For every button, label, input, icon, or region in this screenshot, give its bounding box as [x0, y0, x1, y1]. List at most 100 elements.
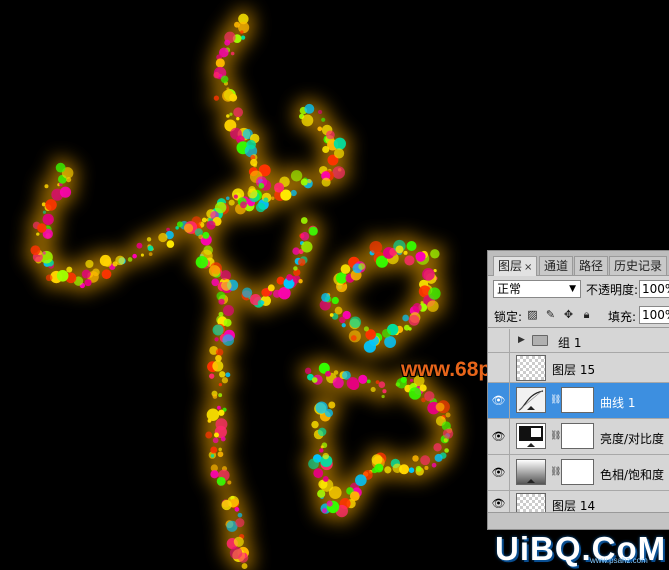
- visibility-toggle[interactable]: [488, 329, 510, 352]
- glitter-dot: [36, 232, 40, 236]
- glitter-dot: [333, 137, 346, 150]
- glitter-dot: [236, 117, 240, 121]
- layer-name: 图层 15: [552, 363, 596, 377]
- glitter-dot: [328, 401, 336, 409]
- opacity-input[interactable]: 100%: [639, 280, 669, 298]
- visibility-toggle[interactable]: 👁︎: [488, 455, 510, 490]
- eye-icon: 👁︎: [491, 465, 506, 479]
- tab-channels[interactable]: 通道: [539, 256, 574, 275]
- glitter-dot: [263, 197, 269, 203]
- glitter-dot: [240, 35, 246, 40]
- link-icon[interactable]: ⛓: [550, 431, 561, 441]
- glitter-dot: [408, 314, 420, 326]
- glitter-dot: [300, 231, 310, 241]
- glitter-dot: [146, 237, 152, 242]
- glitter-dot: [148, 252, 153, 256]
- glitter-dot: [235, 518, 245, 528]
- glitter-dot: [363, 326, 369, 332]
- layer-row-layer-15[interactable]: 图层 15: [488, 353, 669, 383]
- glitter-dot: [158, 232, 168, 243]
- glitter-dot: [304, 367, 312, 375]
- glitter-dot: [215, 354, 222, 362]
- glitter-dot: [218, 371, 226, 378]
- glitter-dot: [322, 452, 330, 460]
- glitter-dot: [218, 382, 222, 387]
- glitter-dot: [260, 300, 265, 305]
- tab-history-label: 历史记录: [614, 259, 663, 273]
- blend-mode-select[interactable]: 正常 ▼: [493, 280, 581, 298]
- glitter-dot: [424, 465, 429, 470]
- close-icon[interactable]: ×: [524, 262, 532, 273]
- layer-row-hue-saturation[interactable]: 👁︎ ⛓ 色相/饱和度: [488, 455, 669, 491]
- lock-label: 锁定:: [494, 310, 523, 324]
- glitter-dot: [45, 199, 57, 211]
- glitter-dot: [208, 265, 221, 277]
- tab-layers[interactable]: 图层 ×: [493, 256, 538, 276]
- glitter-dot: [358, 374, 368, 384]
- link-icon[interactable]: ⛓: [550, 467, 561, 477]
- glitter-dot: [435, 402, 445, 412]
- glitter-dot: [434, 453, 443, 462]
- glitter-dot: [408, 387, 422, 400]
- glitter-dot: [355, 474, 367, 487]
- glitter-dot: [240, 30, 244, 34]
- glitter-dot: [202, 231, 210, 239]
- glitter-dot: [341, 323, 346, 328]
- glitter-dot: [317, 109, 323, 115]
- glitter-dot: [334, 306, 343, 315]
- fill-input[interactable]: 100%: [639, 306, 669, 324]
- visibility-toggle[interactable]: 👁︎: [488, 383, 510, 418]
- glitter-dot: [66, 177, 72, 183]
- glitter-dot: [443, 438, 448, 443]
- glitter-dot: [45, 274, 53, 282]
- glitter-dot: [332, 166, 346, 179]
- panel-bottom-toolbar: [488, 512, 669, 529]
- glitter-dot: [210, 454, 215, 458]
- expand-triangle-icon[interactable]: ▶: [518, 335, 525, 345]
- glitter-dot: [127, 257, 133, 262]
- glitter-dot: [258, 182, 265, 189]
- glitter-dot: [313, 468, 324, 479]
- glitter-dot: [274, 182, 285, 193]
- layer-row-brightness-contrast[interactable]: 👁︎ ⛓ 亮度/对比度: [488, 419, 669, 455]
- glitter-dot: [101, 269, 112, 280]
- glitter-dot: [371, 454, 383, 466]
- layer-row-group-1[interactable]: ▶ 组 1: [488, 329, 669, 353]
- lock-transparency-icon[interactable]: ▨: [526, 308, 539, 321]
- glitter-dot: [321, 177, 331, 187]
- layer-row-curves-1[interactable]: 👁︎ ⛓ 曲线 1: [488, 383, 669, 419]
- glitter-dot: [290, 189, 297, 197]
- glitter-dot: [255, 202, 266, 213]
- layer-mask-thumbnail[interactable]: [561, 423, 594, 449]
- glitter-dot: [221, 377, 229, 384]
- glitter-dot: [233, 107, 244, 118]
- layer-name: 亮度/对比度: [600, 432, 665, 446]
- glitter-dot: [213, 432, 220, 438]
- layer-mask-thumbnail[interactable]: [561, 459, 594, 485]
- link-icon[interactable]: ⛓: [550, 395, 561, 405]
- visibility-toggle[interactable]: [488, 353, 510, 382]
- glitter-dot: [211, 278, 220, 287]
- lock-all-icon[interactable]: 🔒︎: [580, 308, 593, 321]
- glitter-dot: [42, 213, 54, 225]
- layer-name: 色相/饱和度: [600, 468, 665, 482]
- glitter-dot: [433, 443, 442, 452]
- lock-image-icon[interactable]: ✎: [544, 308, 557, 321]
- glitter-dot: [293, 266, 298, 271]
- glitter-dot: [209, 373, 215, 379]
- lock-position-icon[interactable]: ✥: [562, 308, 575, 321]
- glitter-dot: [215, 348, 224, 356]
- glitter-dot: [66, 266, 73, 273]
- visibility-toggle[interactable]: 👁︎: [488, 419, 510, 454]
- glitter-dot: [366, 379, 371, 384]
- glitter-dot: [358, 263, 366, 270]
- glitter-dot: [99, 254, 112, 267]
- glitter-dot: [234, 507, 240, 512]
- fill-label: 填充:: [608, 310, 637, 324]
- tab-paths[interactable]: 路径: [574, 256, 609, 275]
- layer-mask-thumbnail[interactable]: [561, 387, 594, 413]
- eye-icon: 👁︎: [491, 393, 506, 407]
- glitter-dot: [408, 327, 412, 331]
- blend-opacity-row: 正常 ▼ 不透明度: 100%: [488, 278, 669, 302]
- tab-history[interactable]: 历史记录: [609, 256, 668, 275]
